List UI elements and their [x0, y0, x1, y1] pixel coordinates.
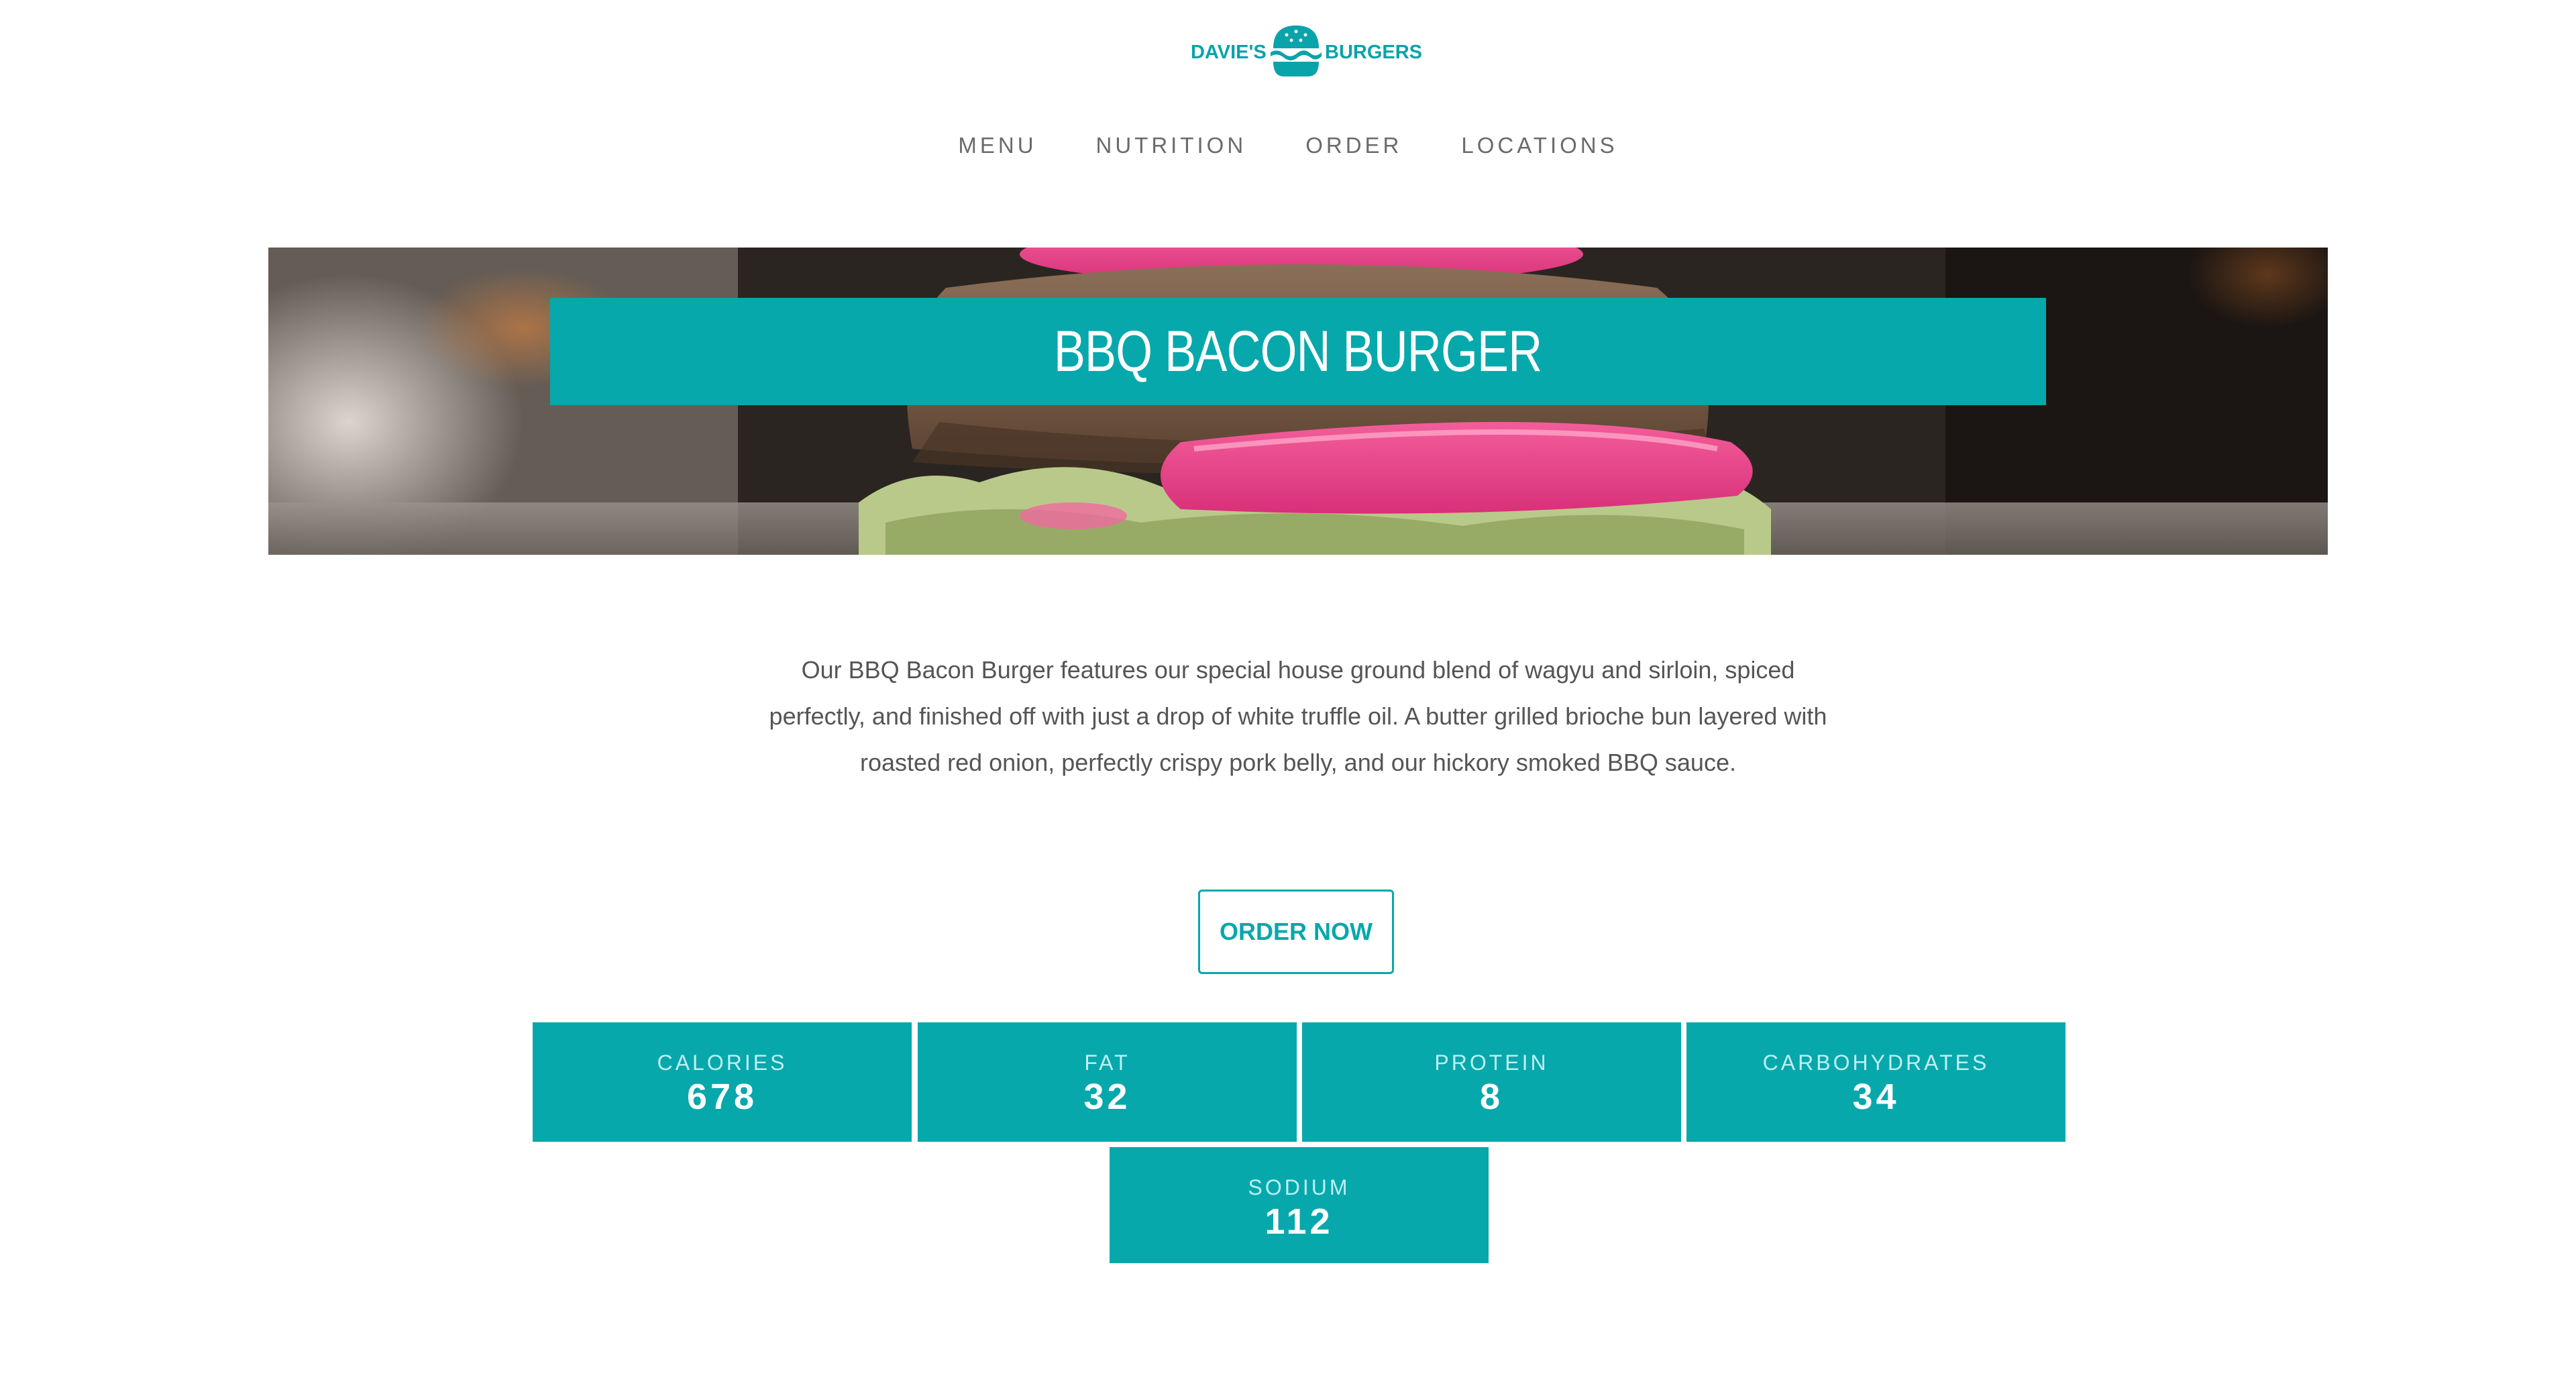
nav-item-nutrition[interactable]: NUTRITION [1096, 133, 1247, 158]
nutrition-value: 8 [1479, 1077, 1504, 1117]
nutrition-value: 32 [1083, 1077, 1131, 1117]
product-description: Our BBQ Bacon Burger features our specia… [769, 656, 1827, 776]
nutrition-label: SODIUM [1248, 1175, 1350, 1199]
nutrition-label: FAT [1084, 1051, 1130, 1075]
nutrition-label: PROTEIN [1434, 1051, 1549, 1075]
nutrition-value: 34 [1852, 1077, 1900, 1117]
hero-banner: BBQ BACON BURGER [268, 248, 2328, 555]
brand-name-left: DAVIE'S [1191, 42, 1267, 63]
nutrition-label: CARBOHYDRATES [1762, 1051, 1990, 1075]
nav-item-menu[interactable]: MENU [958, 133, 1036, 158]
main-nav: MENU NUTRITION ORDER LOCATIONS [0, 133, 2576, 158]
nutrition-value: 112 [1265, 1201, 1334, 1242]
nav-item-locations[interactable]: LOCATIONS [1461, 133, 1617, 158]
nutrition-tile-calories: CALORIES 678 [533, 1022, 912, 1142]
nutrition-value: 678 [686, 1077, 758, 1117]
nav-item-order[interactable]: ORDER [1305, 133, 1402, 158]
nutrition-tile-sodium: SODIUM 112 [1110, 1147, 1489, 1263]
brand-name-right: BURGERS [1325, 42, 1423, 63]
nutrition-tile-fat: FAT 32 [918, 1022, 1297, 1142]
burger-bun-icon [1271, 25, 1322, 76]
hero-title-bar: BBQ BACON BURGER [550, 298, 2046, 405]
nutrition-label: CALORIES [657, 1051, 788, 1075]
nutrition-tile-protein: PROTEIN 8 [1302, 1022, 1681, 1142]
order-now-button[interactable]: ORDER NOW [1198, 890, 1394, 974]
page-title: BBQ BACON BURGER [1054, 319, 1542, 384]
nutrition-tile-carbohydrates: CARBOHYDRATES 34 [1686, 1022, 2065, 1142]
brand-logo[interactable]: DAVIE'S BURGERS [1191, 23, 1423, 81]
